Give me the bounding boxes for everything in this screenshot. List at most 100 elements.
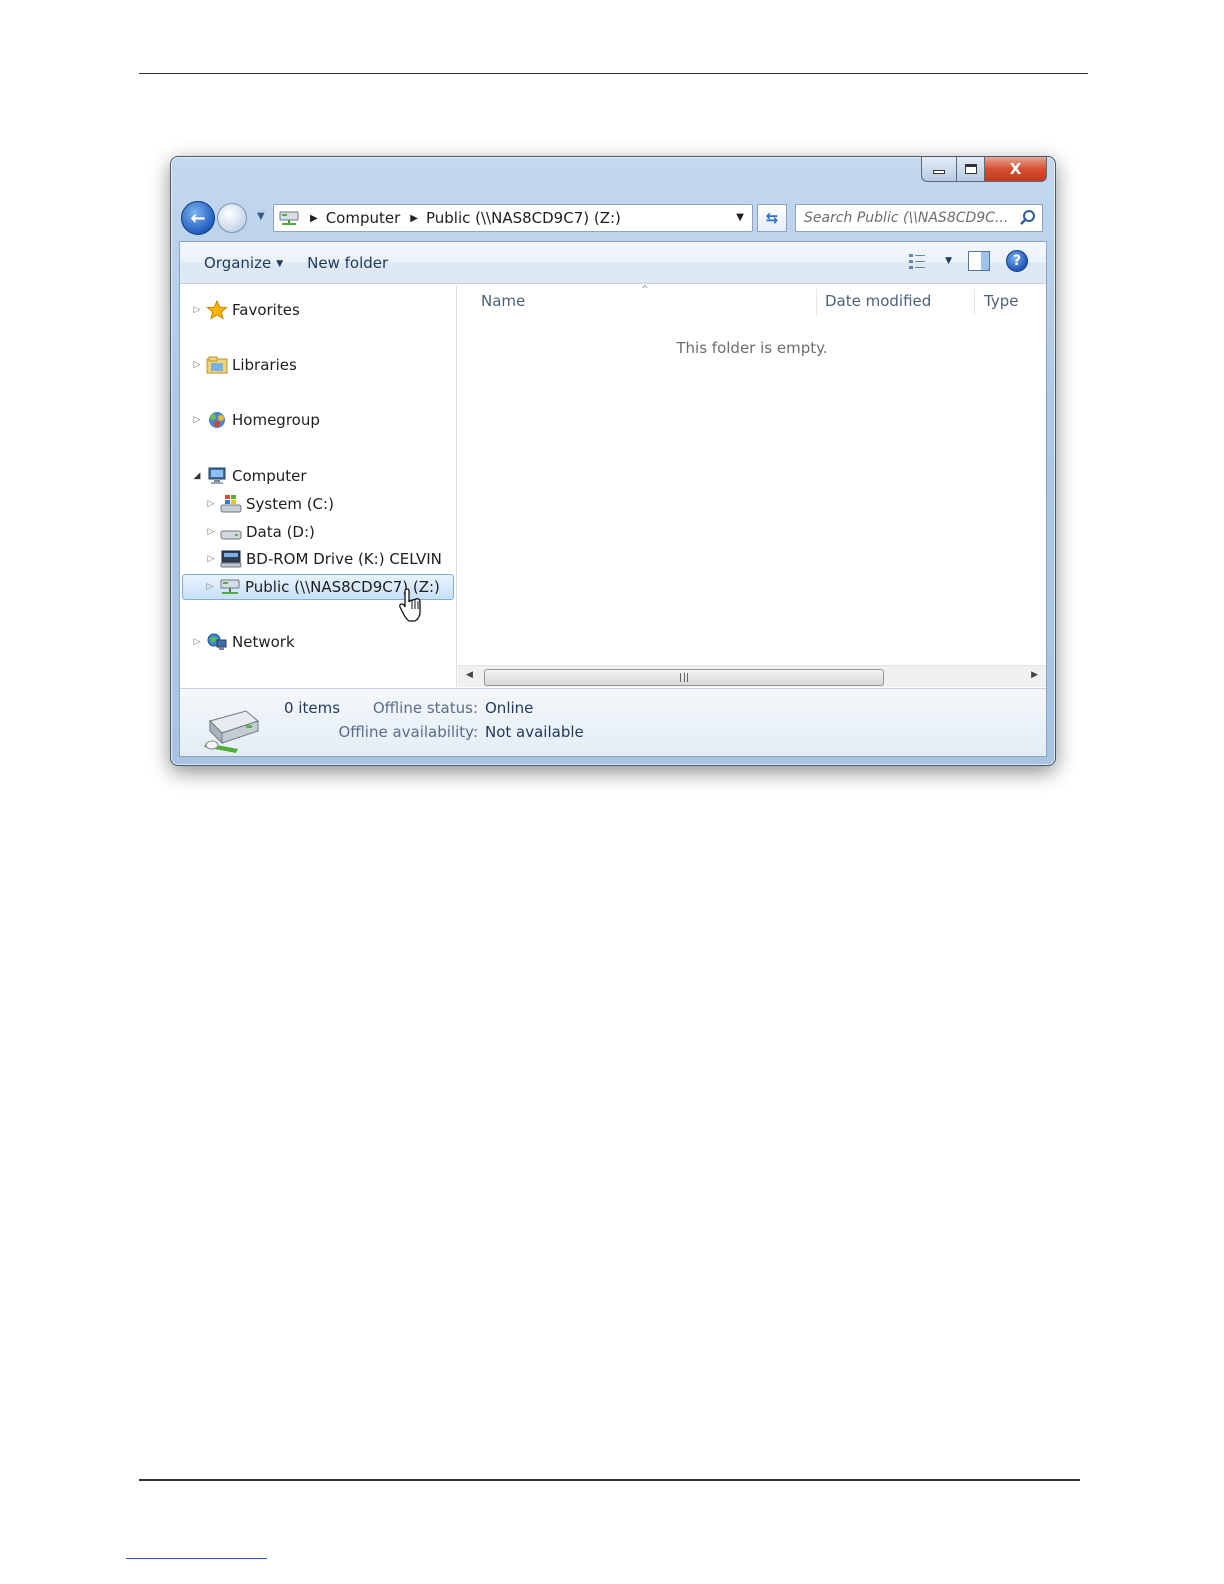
change-view-button[interactable]: ▼ — [907, 251, 952, 271]
minimize-icon — [933, 170, 945, 174]
tree-item-data-drive[interactable]: ▷ Data (D:) — [204, 519, 315, 545]
windows-drive-icon — [220, 495, 242, 513]
navigation-bar: ← ▼ ▶ Computer ▶ Public (\\NAS8CD9C7) (Z… — [181, 201, 1045, 235]
command-bar-right: ▼ ? — [907, 250, 1028, 272]
tree-item-label: System (C:) — [246, 495, 334, 513]
file-list: ^ Name Date modified Type This folder is… — [458, 285, 1046, 687]
back-arrow-icon: ← — [190, 207, 206, 229]
column-divider[interactable] — [974, 289, 975, 315]
breadcrumb-public[interactable]: Public (\\NAS8CD9C7) (Z:) — [426, 209, 621, 227]
empty-folder-message: This folder is empty. — [676, 339, 828, 357]
hand-cursor-icon — [399, 588, 421, 622]
back-button[interactable]: ← — [181, 201, 215, 235]
column-header-name[interactable]: Name — [481, 285, 525, 317]
tree-item-label: Libraries — [232, 356, 297, 374]
sort-ascending-icon: ^ — [641, 285, 649, 295]
expand-arrow-icon[interactable]: ▷ — [190, 637, 204, 647]
recent-pages-button[interactable]: ▼ — [257, 211, 265, 222]
search-icon — [1020, 210, 1035, 225]
tree-item-computer[interactable]: ◢ Computer — [190, 463, 307, 489]
address-history-dropdown[interactable]: ▼ — [736, 212, 744, 223]
horizontal-scrollbar[interactable]: ◀ ▶ — [458, 665, 1046, 687]
expand-arrow-icon[interactable]: ▷ — [190, 305, 204, 315]
column-divider[interactable] — [816, 289, 817, 315]
help-icon[interactable]: ? — [1006, 250, 1028, 272]
chevron-down-icon: ▼ — [945, 256, 952, 266]
star-icon — [206, 300, 228, 320]
forward-button[interactable] — [217, 203, 247, 233]
tree-item-label: Favorites — [232, 301, 300, 319]
navigation-pane: ▷ Favorites ▷ Libraries ▷ Homegroup ◢ Co… — [180, 285, 457, 687]
search-box[interactable] — [795, 204, 1043, 232]
expand-arrow-icon[interactable]: ▷ — [190, 360, 204, 370]
breadcrumb-separator[interactable]: ▶ — [410, 213, 418, 224]
content-frame: Organize ▼ New folder ▼ ? ▷ Favorites ▷ … — [179, 241, 1047, 757]
search-input[interactable] — [804, 206, 1018, 230]
offline-availability-value: Not available — [485, 723, 584, 741]
expand-arrow-icon[interactable]: ▷ — [204, 527, 218, 537]
tree-item-label: Computer — [232, 467, 307, 485]
breadcrumb-separator[interactable]: ▶ — [310, 213, 318, 224]
computer-icon — [208, 467, 226, 484]
column-header-label: Type — [984, 292, 1019, 310]
organize-label: Organize — [204, 253, 272, 272]
tree-item-label: BD-ROM Drive (K:) CELVIN — [246, 550, 442, 568]
page-header-rule — [139, 73, 1088, 74]
libraries-icon — [206, 356, 228, 374]
chevron-down-icon: ▼ — [257, 211, 265, 222]
homegroup-icon — [209, 412, 225, 428]
view-options-icon — [909, 254, 926, 269]
expand-arrow-icon[interactable]: ▷ — [204, 499, 218, 509]
column-header-label: Date modified — [825, 292, 932, 310]
new-folder-button[interactable]: New folder — [295, 254, 400, 272]
maximize-icon — [964, 164, 977, 174]
close-button[interactable]: X — [985, 157, 1047, 182]
refresh-button[interactable]: ⇆ — [757, 204, 787, 232]
details-pane: 0 items Offline status: Online Offline a… — [180, 688, 1046, 756]
tree-item-homegroup[interactable]: ▷ Homegroup — [190, 407, 320, 433]
network-globe-icon — [207, 633, 227, 650]
expand-arrow-icon[interactable]: ▷ — [204, 554, 218, 564]
scrollbar-thumb[interactable] — [484, 669, 884, 686]
command-bar: Organize ▼ New folder ▼ ? — [180, 242, 1046, 284]
organize-menu[interactable]: Organize ▼ — [192, 254, 295, 272]
new-folder-label: New folder — [307, 253, 389, 272]
chevron-down-icon: ▼ — [276, 258, 284, 269]
tree-item-network[interactable]: ▷ Network — [190, 629, 295, 655]
offline-status-label: Offline status: — [372, 699, 478, 717]
scroll-left-icon[interactable]: ◀ — [466, 670, 473, 680]
network-drive-icon — [279, 211, 299, 225]
explorer-window: X ← ▼ ▶ Computer ▶ Public (\\NAS8CD9C7) … — [170, 156, 1056, 766]
offline-availability-label: Offline availability: — [338, 723, 478, 741]
expand-arrow-icon[interactable]: ▷ — [203, 582, 217, 592]
offline-status-value: Online — [485, 699, 534, 717]
page-footer-rule — [139, 1479, 1080, 1481]
tree-item-favorites[interactable]: ▷ Favorites — [190, 297, 300, 323]
preview-pane-icon[interactable] — [968, 251, 990, 271]
column-header-date-modified[interactable]: Date modified — [825, 285, 931, 317]
maximize-button[interactable] — [957, 157, 985, 182]
grip-icon — [680, 673, 688, 682]
tree-item-system-drive[interactable]: ▷ System (C:) — [204, 491, 334, 517]
collapse-arrow-icon[interactable]: ◢ — [190, 471, 204, 481]
breadcrumb-computer[interactable]: Computer — [326, 209, 401, 227]
hard-drive-icon — [220, 530, 242, 540]
caption-buttons: X — [921, 157, 1047, 185]
network-drive-icon — [220, 579, 240, 594]
tree-item-bdrom-drive[interactable]: ▷ BD-ROM Drive (K:) CELVIN — [204, 546, 442, 572]
tree-item-label: Data (D:) — [246, 523, 315, 541]
tree-item-libraries[interactable]: ▷ Libraries — [190, 352, 297, 378]
scroll-right-icon[interactable]: ▶ — [1031, 670, 1038, 680]
column-header-type[interactable]: Type — [984, 285, 1018, 317]
refresh-icon: ⇆ — [765, 209, 779, 227]
expand-arrow-icon[interactable]: ▷ — [190, 415, 204, 425]
network-drive-icon — [204, 710, 260, 753]
address-bar[interactable]: ▶ Computer ▶ Public (\\NAS8CD9C7) (Z:) ▼ — [273, 204, 753, 232]
tree-item-label: Network — [232, 633, 295, 651]
footnote-rule — [126, 1558, 267, 1559]
optical-drive-icon — [220, 550, 242, 568]
tree-item-label: Homegroup — [232, 411, 320, 429]
close-icon: X — [1009, 160, 1022, 178]
column-header-label: Name — [481, 292, 526, 310]
minimize-button[interactable] — [921, 157, 957, 182]
